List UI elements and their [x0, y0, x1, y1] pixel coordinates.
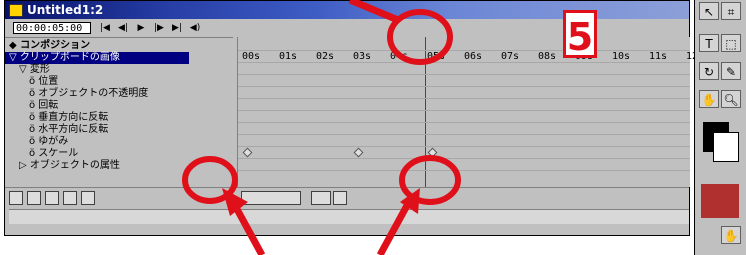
layer-row[interactable]: ö 位置 — [5, 76, 209, 88]
hand-tool-icon[interactable]: ✋ — [721, 226, 741, 244]
layer-icon[interactable] — [9, 191, 23, 205]
transport-controls: 00:00:05:00 |◀ ◀| ▶ |▶ ▶| ◀) — [5, 21, 233, 37]
layer-track[interactable] — [238, 39, 690, 51]
swatch-panel[interactable] — [701, 184, 739, 218]
step-number-badge: 5 — [563, 10, 597, 59]
layer-row[interactable]: ▽ 変形 — [5, 64, 199, 76]
graph-icon[interactable] — [311, 191, 331, 205]
layer-row[interactable]: ▽ クリップボードの画像 — [5, 52, 189, 64]
layer-track[interactable] — [238, 75, 690, 87]
layer-track[interactable] — [238, 111, 690, 123]
trash-icon[interactable] — [27, 191, 41, 205]
crop-icon[interactable]: ⌗ — [721, 2, 741, 20]
layer-row[interactable]: ö 回転 — [5, 100, 209, 112]
layer-row[interactable]: ö 水平方向に反転 — [5, 124, 209, 136]
rotate-icon[interactable]: ↻ — [699, 62, 719, 80]
layer-track[interactable] — [238, 63, 690, 75]
zoom-icon[interactable]: 🔍︎ — [721, 90, 741, 108]
layer-row[interactable]: ö ゆがみ — [5, 136, 209, 148]
horizontal-scrollbar[interactable] — [9, 209, 689, 224]
layer-row[interactable]: ö オブジェクトの不透明度 — [5, 88, 209, 100]
text-icon[interactable]: T — [699, 34, 719, 52]
window-icon[interactable] — [63, 191, 77, 205]
folder-icon[interactable] — [45, 191, 59, 205]
layer-track[interactable] — [238, 147, 690, 159]
background-color[interactable] — [713, 132, 739, 162]
layer-track[interactable] — [238, 135, 690, 147]
zoom-slider[interactable] — [241, 191, 301, 205]
eyedropper-icon[interactable]: ✎ — [721, 62, 741, 80]
timecode-field[interactable]: 00:00:05:00 — [13, 22, 91, 34]
transport-button[interactable]: ◀| — [115, 22, 131, 34]
transport-button[interactable]: |◀ — [97, 22, 113, 34]
arrow-left-icon[interactable] — [333, 191, 347, 205]
layer-row[interactable]: ◆ コンポジション — [5, 40, 189, 52]
transport-button[interactable]: ▶ — [133, 22, 149, 34]
transport-button[interactable]: ▶| — [169, 22, 185, 34]
layer-row[interactable]: ö 垂直方向に反転 — [5, 112, 209, 124]
layer-row[interactable]: ö スケール — [5, 148, 209, 160]
layer-track[interactable] — [238, 99, 690, 111]
tool-palette: ↖ ⌗ T ⬚ ↻ ✎ ✋ 🔍︎ ✋ — [694, 0, 746, 255]
layer-track[interactable] — [238, 87, 690, 99]
layer-track[interactable] — [238, 159, 690, 171]
app-icon — [9, 4, 23, 17]
layer-track[interactable] — [238, 51, 690, 63]
window-title: Untitled1:2 — [27, 3, 104, 17]
marquee-icon[interactable]: ⬚ — [721, 34, 741, 52]
frame-icon[interactable] — [81, 191, 95, 205]
hand-icon[interactable]: ✋ — [699, 90, 719, 108]
layer-track[interactable] — [238, 123, 690, 135]
transport-button[interactable]: ◀) — [187, 22, 203, 34]
bottom-toolbar — [5, 187, 689, 210]
layer-panel: ◆ コンポジション ▽ クリップボードの画像 ▽ 変形 ö 位置 ö オブジェクトの不透… — [5, 37, 233, 188]
layer-row[interactable]: ▷ オブジェクトの属性 — [5, 160, 199, 172]
timeline-area[interactable]: 00s01s02s03s04s05s06s07s08s09s10s11s12s1… — [237, 37, 741, 187]
arrow-icon[interactable]: ↖ — [699, 2, 719, 20]
transport-button[interactable]: |▶ — [151, 22, 167, 34]
